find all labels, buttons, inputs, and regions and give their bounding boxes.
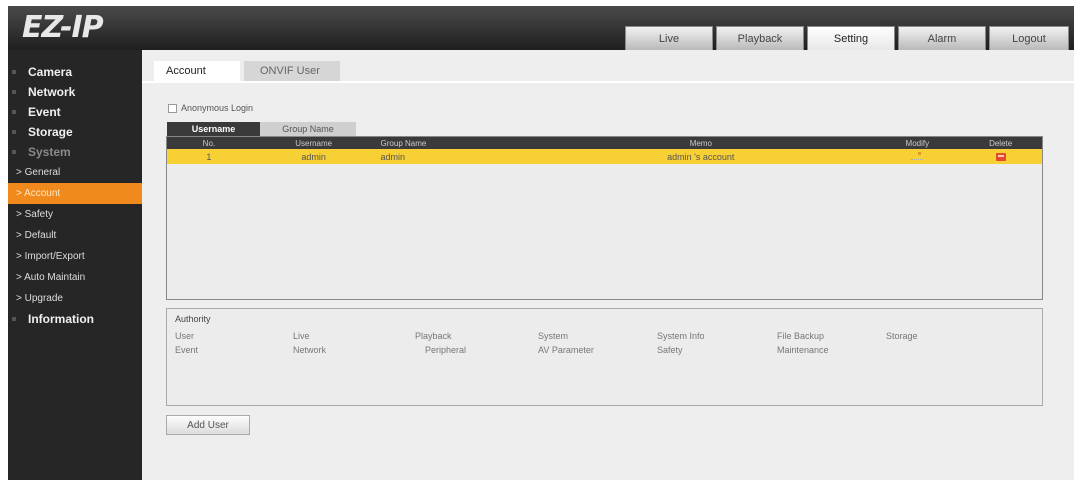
tab-setting[interactable]: Setting bbox=[807, 26, 895, 50]
column-header-memo: Memo bbox=[689, 138, 712, 148]
bullet-icon bbox=[12, 70, 16, 74]
sidebar-item-network[interactable]: Network bbox=[8, 82, 142, 102]
sidebar-item-account[interactable]: > Account bbox=[8, 183, 142, 204]
authority-item: AV Parameter bbox=[538, 345, 594, 355]
sidebar: Camera Network Event Storage System > Ge… bbox=[8, 50, 142, 480]
top-bar: EZ-IP Live Playback Setting Alarm Logout bbox=[8, 6, 1074, 50]
sidebar-item-safety[interactable]: > Safety bbox=[8, 204, 142, 225]
sidebar-item-information[interactable]: Information bbox=[8, 309, 142, 329]
column-header-no: No. bbox=[202, 138, 216, 148]
modify-cell bbox=[875, 151, 959, 162]
authority-item: User bbox=[175, 331, 195, 341]
brand-logo: EZ-IP bbox=[22, 10, 104, 45]
delete-cell bbox=[959, 152, 1042, 162]
column-header-group-name: Group Name bbox=[380, 138, 427, 148]
sidebar-item-auto-maintain[interactable]: > Auto Maintain bbox=[8, 267, 142, 288]
sidebar-item-system[interactable]: System bbox=[8, 142, 142, 162]
authority-item: Peripheral bbox=[425, 345, 467, 355]
list-type-tabs: Username Group Name bbox=[167, 122, 356, 136]
authority-item: Playback bbox=[415, 331, 452, 341]
user-table: No. Username Group Name Memo Modify Dele… bbox=[166, 136, 1043, 300]
sidebar-item-label: Camera bbox=[28, 65, 73, 79]
account-tabs: Account ONVIF User bbox=[154, 61, 344, 81]
sidebar-item-storage[interactable]: Storage bbox=[8, 122, 142, 142]
add-user-button[interactable]: Add User bbox=[166, 415, 250, 435]
tab-logout[interactable]: Logout bbox=[989, 26, 1069, 50]
tab-alarm[interactable]: Alarm bbox=[898, 26, 986, 50]
bullet-icon bbox=[12, 110, 16, 114]
authority-item: Event bbox=[175, 345, 199, 355]
authority-item: File Backup bbox=[777, 331, 825, 341]
table-header: No. Username Group Name Memo Modify Dele… bbox=[167, 137, 1042, 149]
authority-item: Network bbox=[293, 345, 327, 355]
pencil-icon[interactable] bbox=[911, 151, 924, 160]
column-header-delete: Delete bbox=[989, 138, 1013, 148]
trash-icon[interactable] bbox=[995, 152, 1006, 161]
authority-item: Maintenance bbox=[777, 345, 829, 355]
bullet-icon bbox=[12, 90, 16, 94]
anonymous-login-label: Anonymous Login bbox=[181, 103, 254, 113]
tab-playback[interactable]: Playback bbox=[716, 26, 804, 50]
authority-item: Live bbox=[293, 331, 310, 341]
cell-group: admin bbox=[380, 151, 406, 162]
sidebar-item-import-export[interactable]: > Import/Export bbox=[8, 246, 142, 267]
sidebar-item-label: Storage bbox=[28, 125, 73, 139]
bullet-icon bbox=[12, 150, 16, 154]
sidebar-item-upgrade[interactable]: > Upgrade bbox=[8, 288, 142, 309]
cell-username: admin bbox=[301, 151, 326, 162]
authority-panel: Authority User Live Playback System Syst… bbox=[166, 308, 1043, 406]
anonymous-login-option[interactable]: Anonymous Login bbox=[168, 103, 253, 113]
authority-item: Storage bbox=[886, 331, 918, 341]
column-header-username: Username bbox=[295, 138, 333, 148]
sidebar-item-label: Network bbox=[28, 85, 76, 99]
tab-group-name[interactable]: Group Name bbox=[260, 122, 356, 136]
column-header-modify: Modify bbox=[905, 138, 930, 148]
cell-memo: admin 's account bbox=[667, 151, 735, 162]
sidebar-item-camera[interactable]: Camera bbox=[8, 62, 142, 82]
top-nav-tabs: Live Playback Setting Alarm Logout bbox=[625, 26, 1069, 50]
bullet-icon bbox=[12, 130, 16, 134]
sidebar-item-label: Event bbox=[28, 105, 61, 119]
cell-no: 1 bbox=[206, 151, 212, 162]
sidebar-item-event[interactable]: Event bbox=[8, 102, 142, 122]
authority-title: Authority bbox=[175, 314, 211, 324]
checkbox-icon[interactable] bbox=[168, 103, 177, 113]
sidebar-item-label: Information bbox=[28, 312, 94, 326]
tab-live[interactable]: Live bbox=[625, 26, 713, 50]
tab-account[interactable]: Account bbox=[154, 61, 240, 81]
tab-username[interactable]: Username bbox=[167, 122, 260, 136]
bullet-icon bbox=[12, 317, 16, 321]
authority-item: System bbox=[538, 331, 569, 341]
sidebar-item-label: System bbox=[28, 145, 71, 159]
main-panel: Account ONVIF User Anonymous Login Usern… bbox=[142, 50, 1074, 480]
authority-item: System Info bbox=[657, 331, 705, 341]
authority-item: Safety bbox=[657, 345, 683, 355]
sidebar-item-general[interactable]: > General bbox=[8, 162, 142, 183]
tab-onvif-user[interactable]: ONVIF User bbox=[244, 61, 340, 81]
sidebar-item-default[interactable]: > Default bbox=[8, 225, 142, 246]
table-row[interactable]: 1 admin admin admin 's account bbox=[167, 149, 1042, 164]
tab-underline bbox=[142, 81, 1074, 83]
